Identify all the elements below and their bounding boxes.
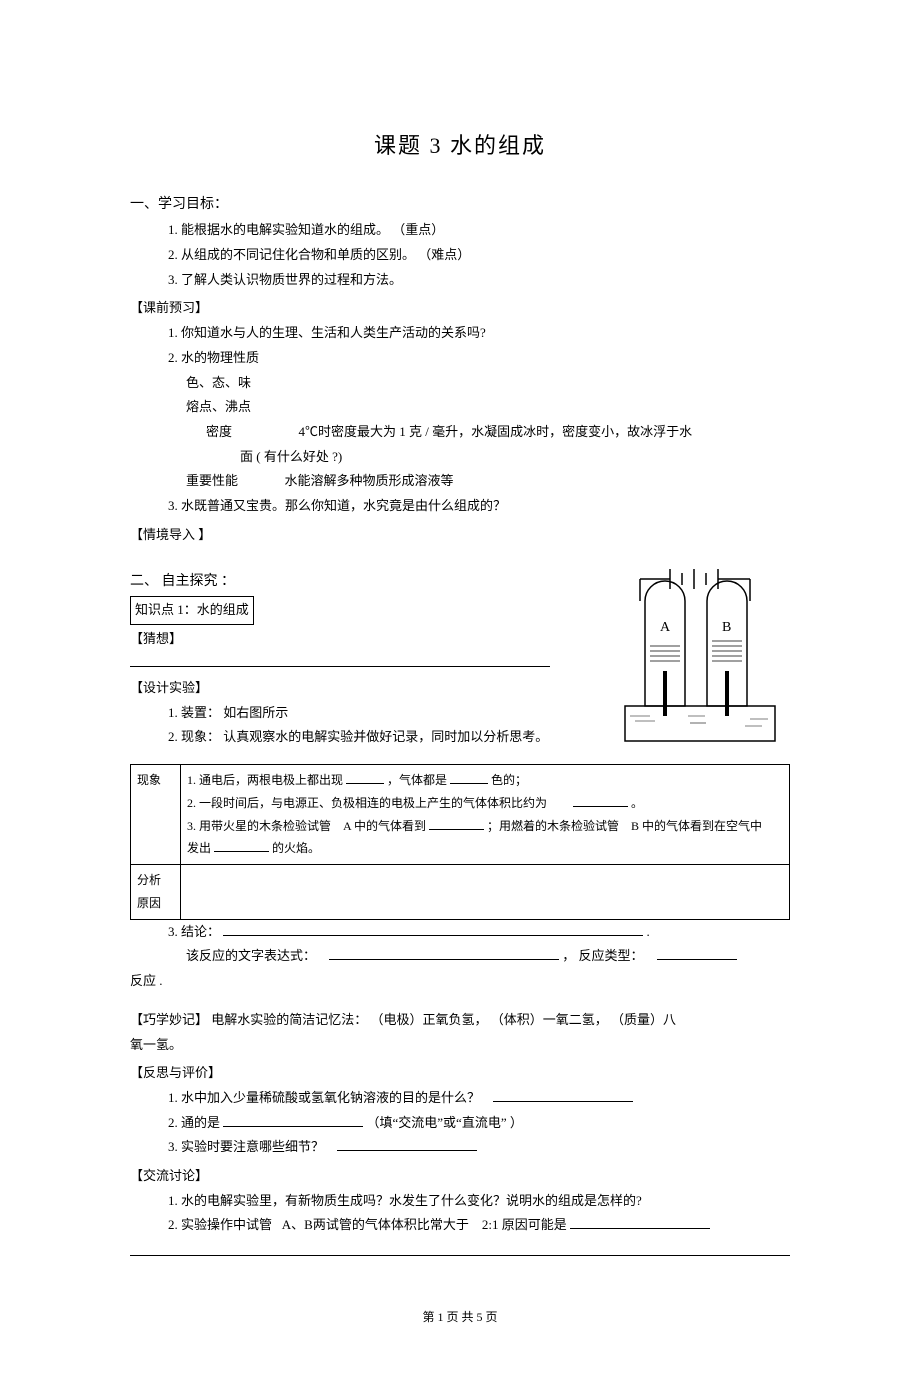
prestudy-q2: 2. 水的物理性质 [130, 346, 790, 371]
prestudy-p23b: 4℃时密度最大为 1 克 / 毫升，水凝固成冰时，密度变小，故冰浮于水 [299, 424, 693, 439]
svg-text:A: A [660, 620, 671, 635]
ph-l2-a: 2. 一段时间后，与电源正、负极相连的电极上产生的气体体积比约为 [187, 796, 547, 810]
document-title: 课题 3 水的组成 [130, 125, 790, 167]
prestudy-head: 【课前预习】 [130, 296, 790, 321]
prestudy-q3: 3. 水既普通又宝贵。那么你知道，水究竟是由什么组成的？ [130, 494, 790, 519]
ph-l3-b: A 中的气体看到 [343, 819, 426, 833]
reflect-q1: 1. 水中加入少量稀硫酸或氢氧化钠溶液的目的是什么？ [130, 1086, 790, 1111]
mnemonic-line-2: 氧一氢。 [130, 1033, 790, 1058]
conc-blank-2 [329, 946, 559, 960]
ph-l1-a: 1. 通电后，两根电极上都出现 [187, 773, 343, 787]
table-phenomenon-cell: 1. 通电后，两根电极上都出现 ，气体都是 色的； 2. 一段时间后，与电源正、… [181, 765, 790, 865]
conc-blank-3 [657, 948, 737, 960]
conclusion-line-2: 该反应的文字表达式： ， 反应类型： [130, 944, 790, 969]
ph-blank-4 [429, 818, 484, 830]
prestudy-p23-line1: 密度 4℃时密度最大为 1 克 / 毫升，水凝固成冰时，密度变小，故冰浮于水 [130, 420, 790, 445]
discuss-q2-c: 2:1 原因可能是 [482, 1217, 567, 1232]
conc-l1-b: . [647, 924, 650, 939]
ph-l4-a: 发出 [187, 841, 211, 855]
reflect-q3: 3. 实验时要注意哪些细节？ [130, 1135, 790, 1160]
guess-blank [130, 653, 550, 667]
reflect-q1-blank [493, 1088, 633, 1102]
goal-item-3: 3. 了解人类认识物质世界的过程和方法。 [130, 268, 790, 293]
prestudy-p23a: 密度 [206, 424, 232, 439]
section-2-head: 二、 自主探究 ： [130, 569, 600, 596]
svg-text:B: B [722, 620, 731, 635]
prestudy-p21: 色、态、味 [130, 371, 790, 396]
ph-l1-b: ，气体都是 [387, 773, 447, 787]
guess-label: 【猜想】 [130, 631, 182, 646]
ph-l2-b: 。 [631, 796, 643, 810]
conclusion-line-3: 反应 . [130, 969, 790, 994]
prestudy-p24b: 水能溶解多种物质形成溶液等 [285, 473, 454, 488]
prestudy-q1: 1. 你知道水与人的生理、生活和人类生产活动的关系吗? [130, 321, 790, 346]
knowledge-point-1: 知识点 1：水的组成 [130, 596, 254, 625]
ph-l3-c: ；用燃着的木条检验试管 [487, 819, 619, 833]
observation-table: 现象 1. 通电后，两根电极上都出现 ，气体都是 色的； 2. 一段时间后，与电… [130, 764, 790, 920]
reflect-q2-a: 2. 通的是 [168, 1115, 220, 1130]
goal-item-2: 2. 从组成的不同记住化合物和单质的区别。 （难点） [130, 243, 790, 268]
ph-blank-1 [346, 772, 384, 784]
goal-item-1: 1. 能根据水的电解实验知道水的组成。 （重点） [130, 218, 790, 243]
ph-blank-3 [573, 795, 628, 807]
design-item-2: 2. 现象： 认真观察水的电解实验并做好记录，同时加以分析思考。 [130, 725, 600, 750]
conclusion-line-1: 3. 结论： . [130, 920, 790, 945]
electrolysis-diagram: A B [610, 561, 790, 760]
ph-l3-a: 3. 用带火星的木条检验试管 [187, 819, 331, 833]
page-footer: 第 1 页 共 5 页 [130, 1306, 790, 1329]
conc-l1-a: 3. 结论： [168, 924, 220, 939]
discuss-q2-b: A、B两试管的气体体积比常大于 [282, 1217, 469, 1232]
table-label-analysis: 分析 原因 [131, 865, 181, 920]
ph-l1-c: 色的； [491, 773, 527, 787]
design-head: 【设计实验】 [130, 676, 600, 701]
discuss-head: 【交流讨论】 [130, 1164, 790, 1189]
mnemonic-line-1: 【巧学妙记】 电解水实验的简洁记忆法： （电极）正氧负氢， （体积）一氧二氢， … [130, 1008, 790, 1033]
reflect-q3-blank [337, 1137, 477, 1151]
prestudy-p24a: 重要性能 [186, 473, 238, 488]
design-item-1: 1. 装置： 如右图所示 [130, 701, 600, 726]
reflect-q1-text: 1. 水中加入少量稀硫酸或氢氧化钠溶液的目的是什么？ [168, 1090, 480, 1105]
context-head: 【情境导入 】 [130, 523, 790, 548]
discuss-q2-a: 2. 实验操作中试管 [168, 1217, 272, 1232]
discuss-q2: 2. 实验操作中试管 A、B两试管的气体体积比常大于 2:1 原因可能是 [130, 1213, 790, 1238]
table-label-phenomenon: 现象 [131, 765, 181, 865]
reflect-q2-blank [223, 1113, 363, 1127]
prestudy-p23-line2: 面 ( 有什么好处 ?) [130, 445, 790, 470]
ph-l4-b: 的火焰。 [272, 841, 320, 855]
reflect-head: 【反思与评价】 [130, 1061, 790, 1086]
discuss-q1: 1. 水的电解实验里，有新物质生成吗？水发生了什么变化？说明水的组成是怎样的? [130, 1189, 790, 1214]
reflect-q2-b: （填“交流电”或“直流电” ） [367, 1115, 523, 1130]
reflect-q3-text: 3. 实验时要注意哪些细节？ [168, 1139, 324, 1154]
ph-blank-2 [450, 772, 488, 784]
discuss-blank-line [130, 1242, 790, 1256]
conc-blank-1 [223, 922, 643, 936]
prestudy-p22: 熔点、沸点 [130, 395, 790, 420]
guess-line: 【猜想】 [130, 627, 600, 676]
table-analysis-cell [181, 865, 790, 920]
conc-l2-a: 该反应的文字表达式： [186, 948, 316, 963]
section-1-head: 一、学习目标： [130, 192, 790, 219]
conc-l2-b: ， 反应类型： [562, 948, 643, 963]
discuss-q2-blank [570, 1215, 710, 1229]
reflect-q2: 2. 通的是 （填“交流电”或“直流电” ） [130, 1111, 790, 1136]
prestudy-p24: 重要性能 水能溶解多种物质形成溶液等 [130, 469, 790, 494]
ph-l3-d: B 中的气体看到在空气中 [631, 819, 762, 833]
ph-blank-5 [214, 840, 269, 852]
